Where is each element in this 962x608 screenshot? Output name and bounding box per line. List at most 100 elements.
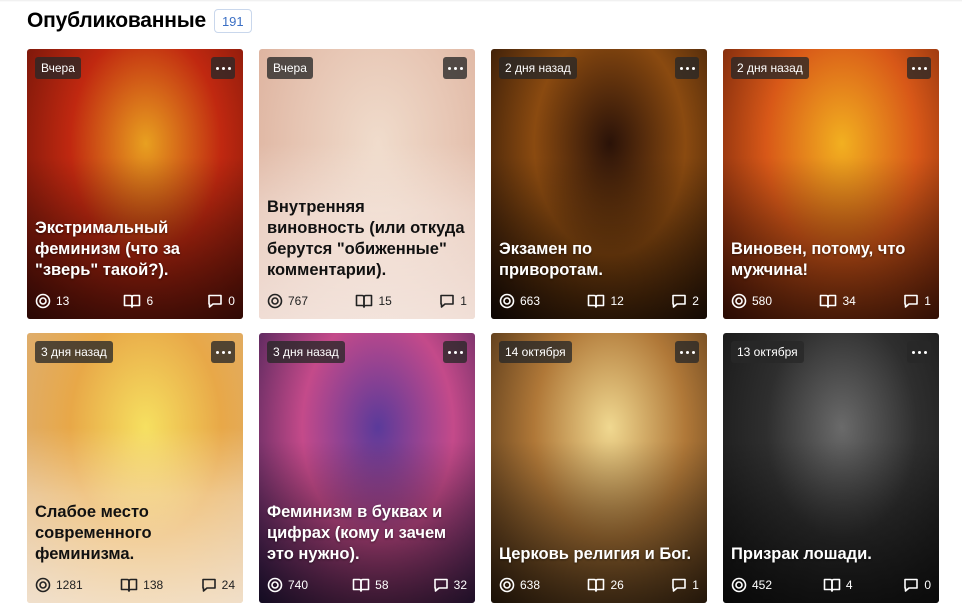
- more-dots-icon: [447, 350, 451, 354]
- article-title[interactable]: Виновен, потому, что мужчина!: [731, 239, 929, 281]
- article-card[interactable]: 14 октября Церковь религия и Бог. 638 26…: [491, 333, 707, 603]
- article-stats: 452 4 0: [731, 576, 931, 594]
- more-dots-icon: [923, 350, 927, 354]
- publish-date-badge: 3 дня назад: [35, 341, 113, 363]
- views-stat: 740: [267, 577, 308, 593]
- comments-stat: 1: [439, 293, 467, 309]
- article-stats: 638 26 1: [499, 576, 699, 594]
- comments-count: 2: [692, 294, 699, 308]
- top-divider: [0, 0, 962, 2]
- views-icon: [35, 293, 51, 309]
- views-stat: 638: [499, 577, 540, 593]
- publications-grid: Вчера Экстримальный феминизм (что за "зв…: [27, 49, 939, 603]
- reads-count: 4: [845, 578, 853, 592]
- article-stats: 663 12 2: [499, 292, 699, 310]
- article-card[interactable]: 3 дня назад Слабое место современного фе…: [27, 333, 243, 603]
- more-dots-icon: [215, 350, 219, 354]
- book-icon: [355, 293, 373, 309]
- article-card[interactable]: Вчера Внутренняя виновность (или откуда …: [259, 49, 475, 319]
- comments-stat: 0: [207, 293, 235, 309]
- book-icon: [120, 577, 138, 593]
- article-title[interactable]: Внутренняя виновность (или откуда берутс…: [267, 197, 465, 281]
- more-options-button[interactable]: [443, 341, 467, 363]
- views-count: 13: [56, 294, 70, 308]
- article-card[interactable]: 13 октября Призрак лошади. 452 4 0: [723, 333, 939, 603]
- views-icon: [499, 577, 515, 593]
- comments-count: 24: [221, 578, 235, 592]
- article-card[interactable]: 2 дня назад Виновен, потому, что мужчина…: [723, 49, 939, 319]
- publish-date-badge: 2 дня назад: [499, 57, 577, 79]
- more-options-button[interactable]: [675, 57, 699, 79]
- article-title[interactable]: Призрак лошади.: [731, 544, 929, 565]
- more-dots-icon: [453, 350, 457, 354]
- views-count: 452: [752, 578, 773, 592]
- book-icon: [823, 577, 841, 593]
- more-dots-icon: [691, 350, 695, 354]
- more-dots-icon: [679, 66, 683, 70]
- article-title[interactable]: Феминизм в буквах и цифрах (кому и зачем…: [267, 502, 465, 565]
- comments-count: 0: [924, 578, 931, 592]
- publish-date-badge: 13 октября: [731, 341, 804, 363]
- views-icon: [731, 293, 747, 309]
- article-title[interactable]: Слабое место современного феминизма.: [35, 502, 233, 565]
- section-header: Опубликованные 191: [27, 8, 252, 34]
- reads-count: 26: [610, 578, 624, 592]
- more-options-button[interactable]: [211, 341, 235, 363]
- reads-count: 58: [375, 578, 389, 592]
- comment-icon: [439, 293, 455, 309]
- comments-stat: 1: [903, 293, 931, 309]
- article-card[interactable]: Вчера Экстримальный феминизм (что за "зв…: [27, 49, 243, 319]
- comments-stat: 0: [903, 577, 931, 593]
- reads-stat: 58: [352, 577, 389, 593]
- reads-stat: 26: [587, 577, 624, 593]
- article-title[interactable]: Экстримальный феминизм (что за "зверь" т…: [35, 218, 233, 281]
- comment-icon: [903, 577, 919, 593]
- comments-count: 1: [924, 294, 931, 308]
- more-options-button[interactable]: [211, 57, 235, 79]
- comment-icon: [207, 293, 223, 309]
- reads-stat: 6: [123, 293, 153, 309]
- comments-count: 0: [228, 294, 235, 308]
- more-dots-icon: [911, 350, 915, 354]
- comment-icon: [903, 293, 919, 309]
- comments-stat: 2: [671, 293, 699, 309]
- more-dots-icon: [911, 66, 915, 70]
- more-options-button[interactable]: [675, 341, 699, 363]
- reads-stat: 12: [587, 293, 624, 309]
- views-count: 767: [288, 294, 309, 308]
- views-stat: 663: [499, 293, 540, 309]
- more-options-button[interactable]: [443, 57, 467, 79]
- article-stats: 1281 138 24: [35, 576, 235, 594]
- reads-count: 34: [842, 294, 856, 308]
- more-dots-icon: [685, 66, 689, 70]
- publish-date-badge: Вчера: [267, 57, 313, 79]
- views-count: 580: [752, 294, 773, 308]
- article-card[interactable]: 3 дня назад Феминизм в буквах и цифрах (…: [259, 333, 475, 603]
- more-options-button[interactable]: [907, 341, 931, 363]
- more-dots-icon: [685, 350, 689, 354]
- article-card[interactable]: 2 дня назад Экзамен по приворотам. 663 1…: [491, 49, 707, 319]
- article-title[interactable]: Экзамен по приворотам.: [499, 239, 697, 281]
- article-stats: 580 34 1: [731, 292, 931, 310]
- more-dots-icon: [215, 66, 219, 70]
- views-stat: 767: [267, 293, 308, 309]
- views-count: 740: [288, 578, 309, 592]
- views-stat: 13: [35, 293, 69, 309]
- publication-count-badge: 191: [213, 9, 252, 33]
- article-title[interactable]: Церковь религия и Бог.: [499, 544, 697, 565]
- more-dots-icon: [227, 66, 231, 70]
- section-title: Опубликованные: [27, 9, 206, 32]
- book-icon: [123, 293, 141, 309]
- comments-count: 32: [453, 578, 467, 592]
- views-count: 638: [520, 578, 541, 592]
- more-dots-icon: [691, 66, 695, 70]
- publish-date-badge: 2 дня назад: [731, 57, 809, 79]
- comments-stat: 32: [433, 577, 467, 593]
- more-dots-icon: [221, 350, 225, 354]
- comment-icon: [201, 577, 217, 593]
- views-icon: [267, 577, 283, 593]
- more-options-button[interactable]: [907, 57, 931, 79]
- more-dots-icon: [459, 66, 463, 70]
- comments-stat: 24: [201, 577, 235, 593]
- article-stats: 740 58 32: [267, 576, 467, 594]
